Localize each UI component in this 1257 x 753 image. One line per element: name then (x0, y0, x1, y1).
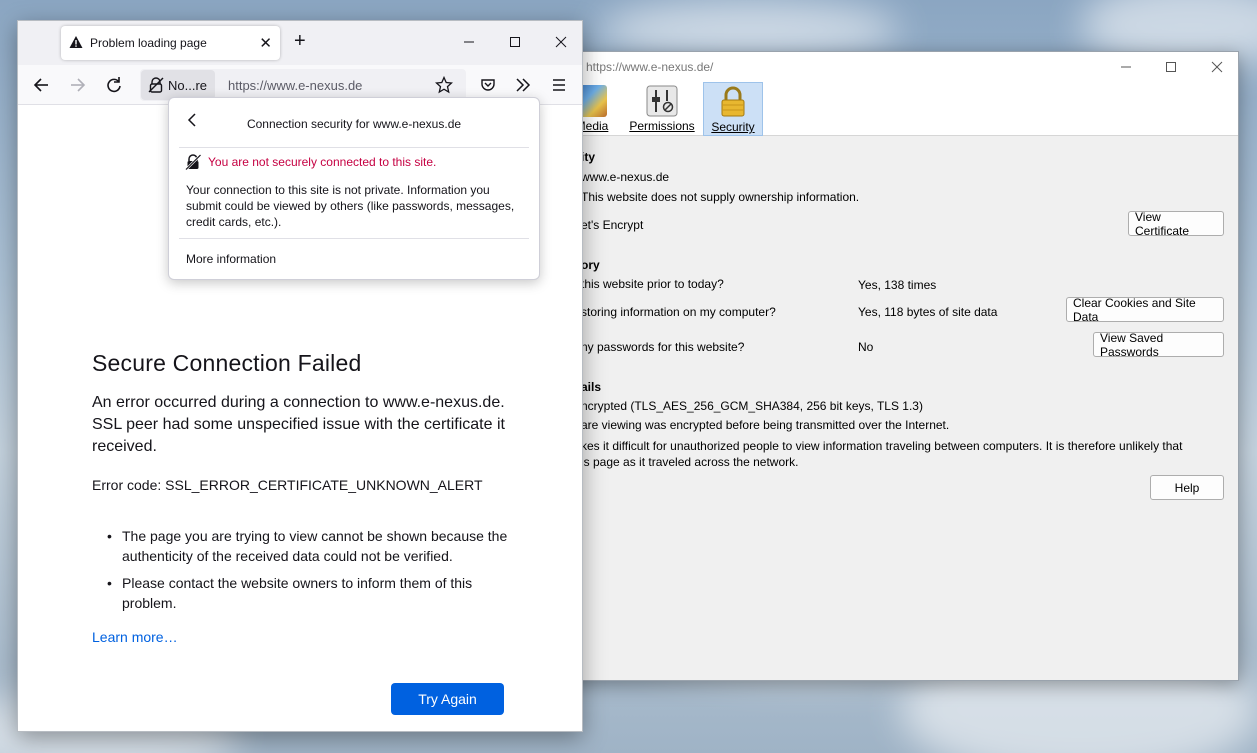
history-visited-question: this website prior to today? (581, 277, 724, 291)
media-icon (581, 85, 607, 117)
page-info-title: https://www.e-nexus.de/ (586, 60, 714, 74)
identity-website: www.e-nexus.de (581, 170, 670, 184)
menu-button[interactable] (547, 73, 571, 97)
help-button[interactable]: Help (1150, 475, 1224, 500)
tab-close-icon[interactable]: ✕ (259, 34, 272, 52)
close-icon (555, 36, 567, 48)
security-panel: ity www.e-nexus.de This website does not… (541, 137, 1238, 680)
back-arrow-icon (33, 78, 48, 92)
url-text: https://www.e-nexus.de (228, 78, 363, 93)
padlock-icon (717, 86, 749, 118)
close-icon (1211, 61, 1223, 73)
error-list: The page you are trying to view cannot b… (92, 526, 522, 620)
permissions-icon (646, 85, 678, 117)
tab-title: Problem loading page (90, 36, 207, 50)
page-info-window: https://www.e-nexus.de/ Media (540, 51, 1239, 681)
forward-button[interactable] (66, 73, 90, 97)
tab-bar: Problem loading page ✕ + (18, 21, 582, 65)
back-button[interactable] (29, 73, 53, 97)
technical-line-2: are viewing was encrypted before being t… (581, 418, 950, 432)
hamburger-menu-icon (553, 79, 565, 91)
minimize-icon (464, 41, 474, 43)
identity-owner: This website does not supply ownership i… (581, 190, 860, 204)
history-visited-answer: Yes, 138 times (858, 278, 937, 292)
list-item: The page you are trying to view cannot b… (92, 526, 522, 566)
pocket-icon (481, 79, 495, 91)
maximize-icon (1166, 62, 1176, 72)
more-information-button[interactable]: More information (186, 252, 276, 266)
view-saved-passwords-button[interactable]: View Saved Passwords (1093, 331, 1224, 359)
history-storing-question: storing information on my computer? (581, 305, 776, 319)
identity-verifier: et's Encrypt (581, 218, 644, 232)
history-passwords-answer: No (858, 340, 874, 354)
divider (179, 238, 529, 239)
page-info-titlebar: https://www.e-nexus.de/ (541, 52, 1238, 82)
new-tab-button[interactable]: + (294, 30, 306, 53)
technical-line-4: is page as it traveled across the networ… (581, 455, 799, 469)
overflow-button[interactable] (511, 73, 535, 97)
site-identity-button[interactable]: No...re (141, 70, 215, 100)
maximize-button[interactable] (1148, 52, 1194, 82)
technical-encryption: ncrypted (TLS_AES_256_GCM_SHA384, 256 bi… (581, 399, 923, 413)
technical-heading: ails (581, 380, 602, 394)
tab-security[interactable]: Security (703, 82, 763, 136)
not-secure-warning: You are not securely connected to this s… (208, 155, 437, 169)
close-button[interactable] (1194, 52, 1240, 82)
not-private-description: Your connection to this site is not priv… (186, 183, 515, 229)
identity-heading: ity (581, 150, 596, 164)
bookmark-star-icon[interactable] (434, 75, 454, 99)
chevron-double-right-icon (516, 78, 531, 92)
learn-more-link[interactable]: Learn more… (92, 629, 178, 645)
maximize-button[interactable] (492, 28, 538, 58)
minimize-button[interactable] (446, 28, 492, 58)
history-passwords-question: ny passwords for this website? (581, 340, 745, 354)
browser-tab[interactable]: Problem loading page ✕ (61, 26, 280, 60)
panel-title: Connection security for www.e-nexus.de (246, 117, 462, 131)
error-code: Error code: SSL_ERROR_CERTIFICATE_UNKNOW… (92, 477, 483, 493)
connection-security-panel: Connection security for www.e-nexus.de Y… (168, 97, 540, 280)
tab-permissions[interactable]: Permissions (627, 82, 697, 136)
minimize-icon (1121, 66, 1131, 68)
page-info-toolbar: Media Permissions (541, 82, 1238, 136)
error-description: An error occurred during a connection to… (92, 394, 505, 455)
try-again-button[interactable]: Try Again (391, 683, 504, 715)
close-button[interactable] (538, 28, 584, 58)
list-item: Please contact the website owners to inf… (92, 573, 522, 613)
clear-cookies-button[interactable]: Clear Cookies and Site Data (1066, 296, 1224, 324)
pocket-button[interactable] (476, 73, 500, 97)
insecure-lock-icon (185, 154, 202, 171)
reload-button[interactable] (102, 73, 126, 97)
minimize-button[interactable] (1103, 52, 1149, 82)
warning-icon (69, 35, 83, 49)
error-title: Secure Connection Failed (92, 350, 362, 376)
site-identity-label: No...re (168, 78, 208, 93)
technical-line-3: kes it difficult for unauthorized people… (581, 439, 1183, 453)
maximize-icon (510, 37, 520, 47)
view-certificate-button[interactable]: View Certificate (1128, 210, 1224, 238)
reload-icon (107, 77, 121, 93)
history-heading: ory (581, 258, 600, 272)
forward-arrow-icon (71, 78, 86, 92)
tab-media[interactable]: Media (581, 82, 615, 136)
history-storing-answer: Yes, 118 bytes of site data (858, 305, 998, 319)
insecure-lock-icon (148, 77, 164, 98)
divider (179, 147, 529, 148)
